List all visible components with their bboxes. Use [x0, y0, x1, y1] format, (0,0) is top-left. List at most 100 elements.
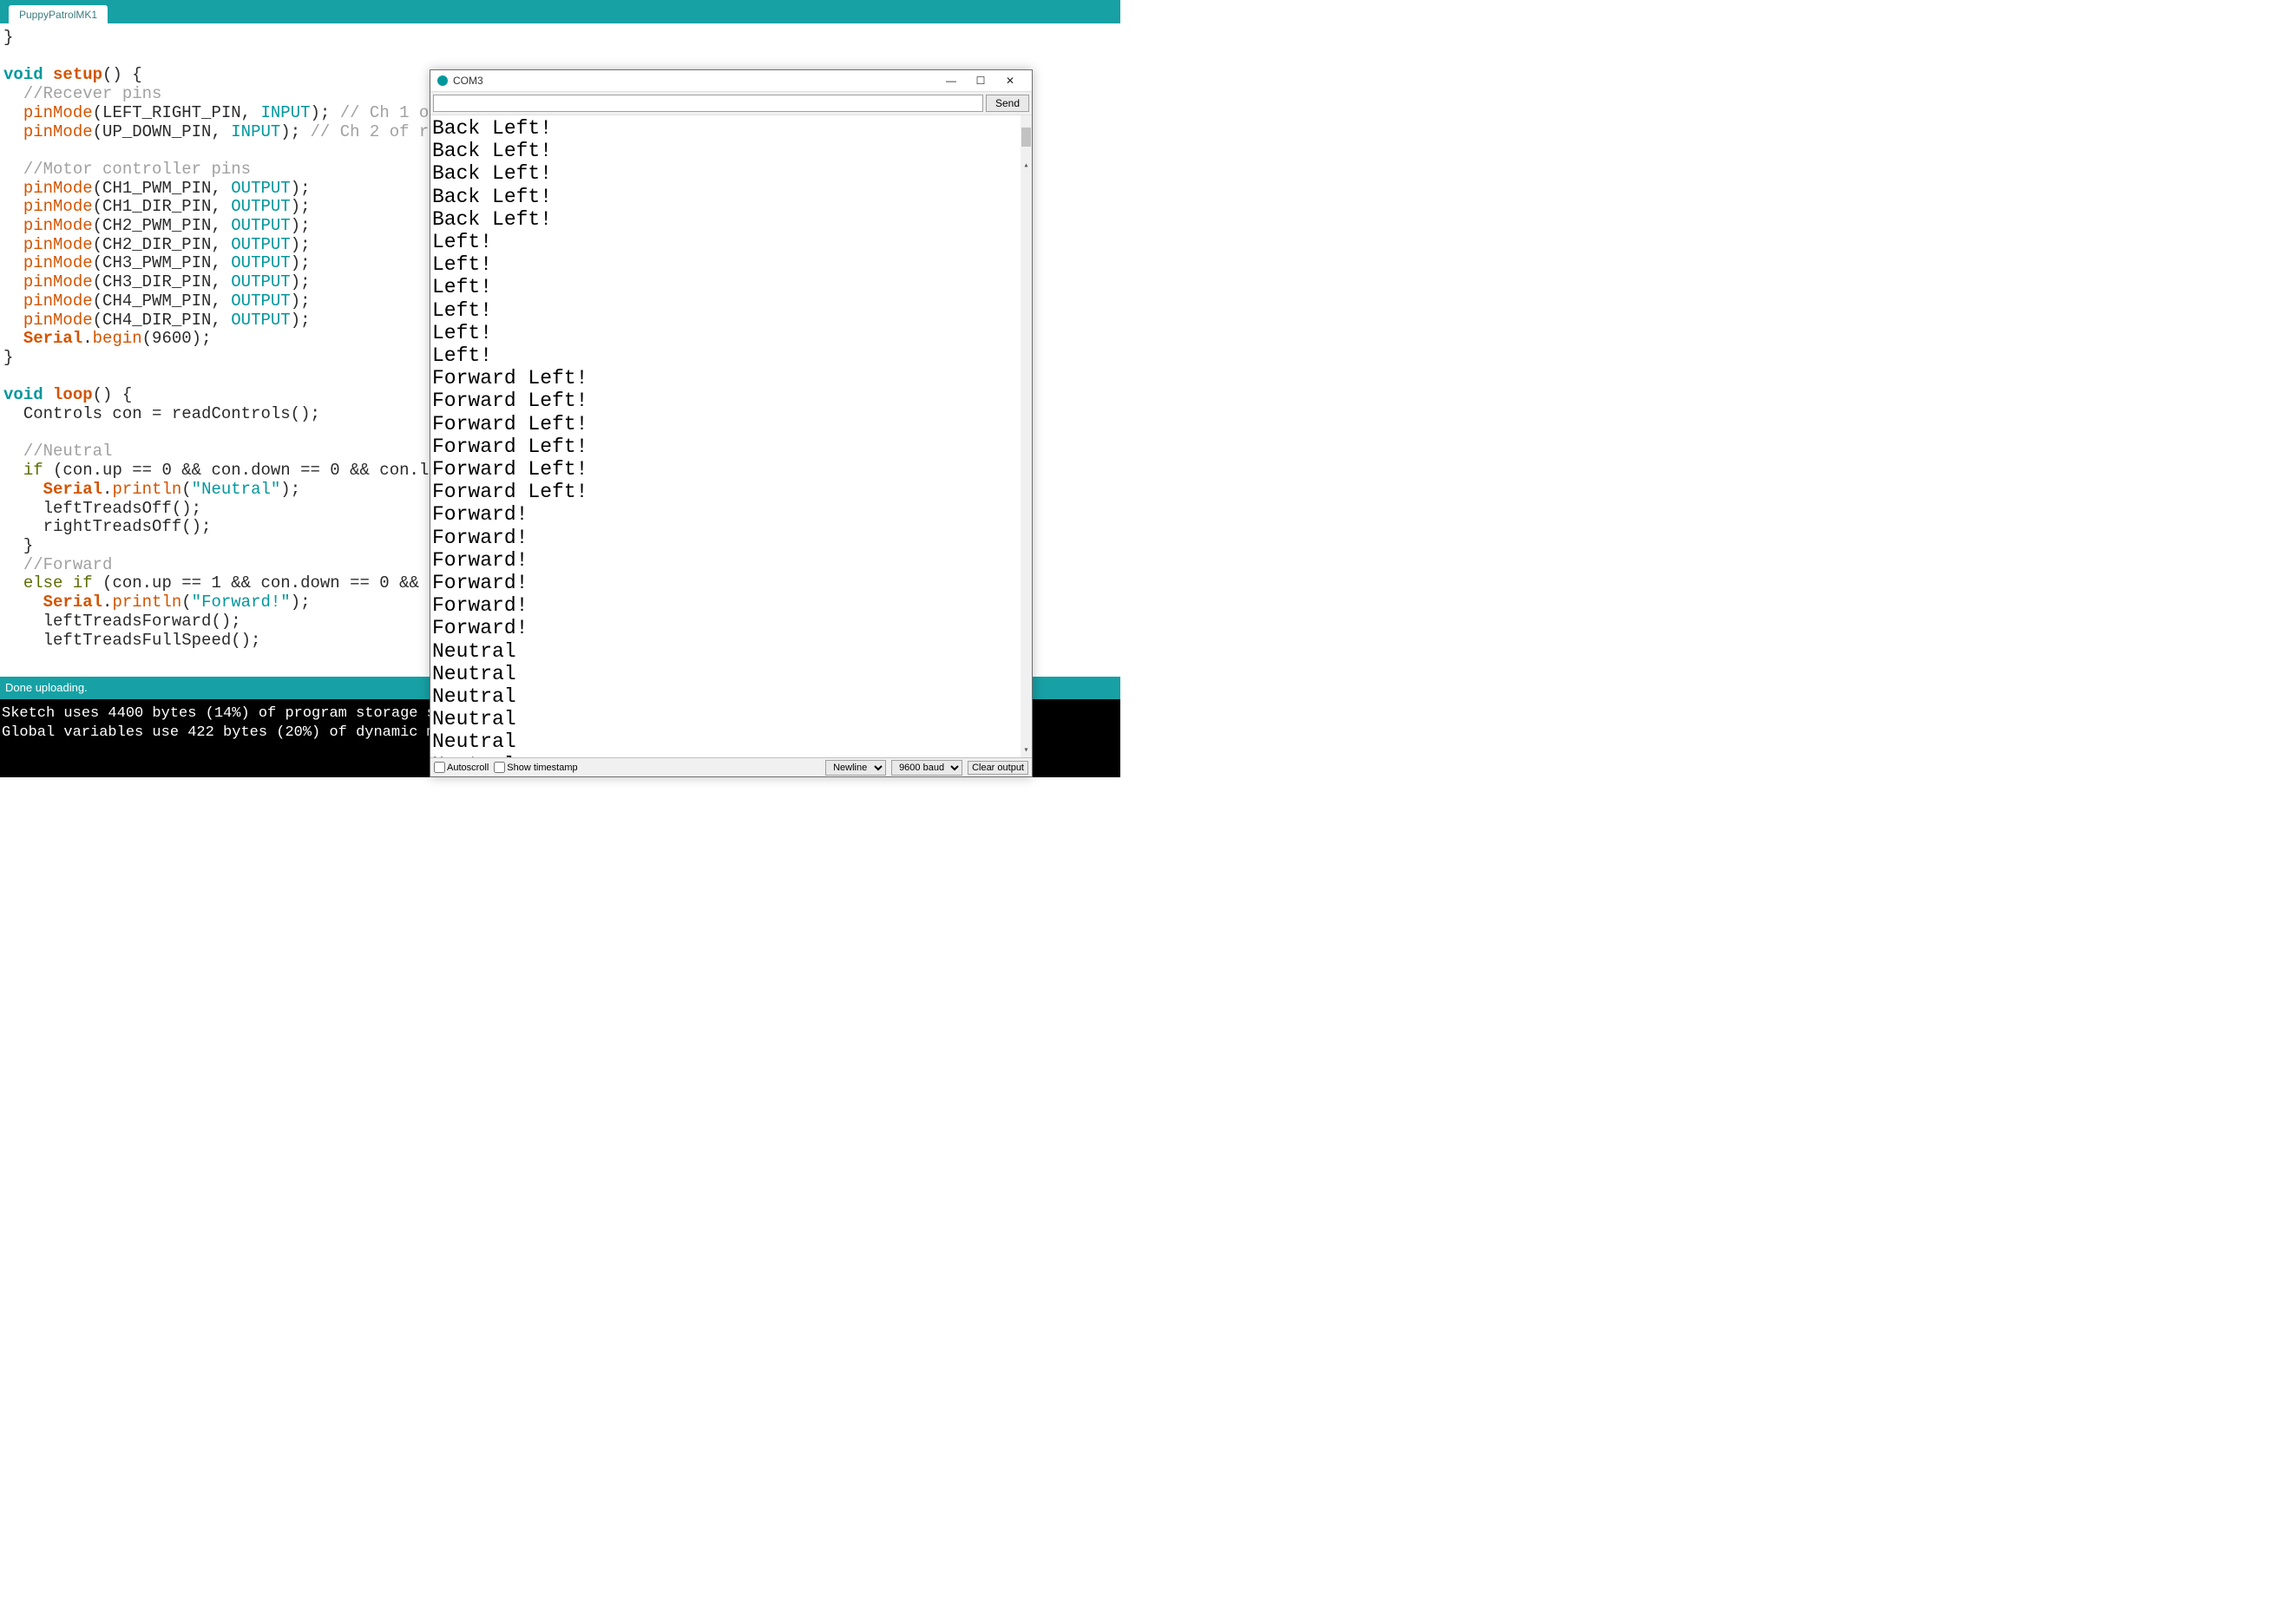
maximize-button[interactable]: ☐ [966, 71, 995, 90]
minimize-button[interactable]: — [936, 71, 966, 90]
autoscroll-toggle[interactable]: Autoscroll [434, 762, 489, 773]
fn: pinMode [23, 216, 93, 235]
code: ); [291, 291, 311, 311]
tab-strip: PuppyPatrolMK1 [0, 0, 1120, 23]
code: (LEFT_RIGHT_PIN, [93, 103, 261, 122]
serial-monitor-window: COM3 — ☐ ✕ Send Back Left! Back Left! Ba… [430, 69, 1033, 777]
serial-output[interactable]: Back Left! Back Left! Back Left! Back Le… [430, 115, 1032, 757]
const: OUTPUT [231, 311, 290, 330]
str: "Forward!" [192, 593, 291, 612]
code-line: leftTreadsOff(); [43, 499, 201, 518]
fn: pinMode [23, 235, 93, 254]
code-line: } [3, 28, 13, 47]
timestamp-label: Show timestamp [507, 763, 577, 773]
code-line: leftTreadsFullSpeed(); [43, 631, 261, 650]
comment: //Recever pins [23, 84, 162, 103]
fn: pinMode [23, 122, 93, 141]
arduino-icon [437, 75, 448, 86]
code: ( [181, 593, 191, 612]
code: ); [291, 593, 311, 612]
code-line: leftTreadsForward(); [43, 612, 241, 631]
fn: pinMode [23, 311, 93, 330]
clear-output-button[interactable]: Clear output [968, 761, 1028, 775]
scroll-down-icon[interactable]: ▾ [1021, 745, 1032, 757]
code: (UP_DOWN_PIN, [93, 122, 232, 141]
code-line: Controls con = readControls(); [23, 404, 320, 423]
serial: Serial [43, 593, 102, 612]
serial-input[interactable] [433, 95, 983, 112]
console-line: Global variables use 422 bytes (20%) of … [2, 724, 444, 741]
code: ); [291, 311, 311, 330]
serial-footer: Autoscroll Show timestamp Newline 9600 b… [430, 757, 1032, 776]
code: (CH1_DIR_PIN, [93, 197, 232, 216]
comment: //Motor controller pins [23, 160, 251, 179]
code: . [82, 329, 92, 348]
code-line: } [23, 536, 33, 555]
code-line: } [3, 348, 13, 367]
code-line: rightTreadsOff(); [43, 517, 212, 536]
code: ); [291, 216, 311, 235]
code: (CH4_DIR_PIN, [93, 311, 232, 330]
scroll-thumb[interactable] [1021, 128, 1031, 147]
sketch-tab[interactable]: PuppyPatrolMK1 [9, 5, 108, 23]
timestamp-checkbox[interactable] [494, 762, 505, 773]
kw-void: void [3, 385, 43, 404]
code: ); [291, 253, 311, 272]
comment: //Forward [23, 555, 113, 574]
baud-select[interactable]: 9600 baud [891, 760, 962, 776]
send-button[interactable]: Send [986, 95, 1029, 112]
code: (CH1_PWM_PIN, [93, 179, 232, 198]
serial-output-text: Back Left! Back Left! Back Left! Back Le… [432, 117, 587, 757]
fn-setup: setup [53, 65, 102, 84]
code: (CH3_PWM_PIN, [93, 253, 232, 272]
close-button[interactable]: ✕ [995, 71, 1025, 90]
fn-loop: loop [53, 385, 93, 404]
code: ); [291, 235, 311, 254]
const: OUTPUT [231, 216, 290, 235]
serial-title: COM3 [453, 75, 483, 87]
code: (CH4_PWM_PIN, [93, 291, 232, 311]
comment: //Neutral [23, 442, 113, 461]
const: OUTPUT [231, 197, 290, 216]
fn: pinMode [23, 272, 93, 291]
code: ); [280, 480, 300, 499]
code: . [102, 480, 112, 499]
code: () { [102, 65, 142, 84]
status-text: Done uploading. [5, 681, 88, 694]
fn: pinMode [23, 103, 93, 122]
fn: begin [93, 329, 142, 348]
const: OUTPUT [231, 291, 290, 311]
serial: Serial [23, 329, 82, 348]
fn: println [112, 480, 181, 499]
scroll-up-icon[interactable]: ▴ [1021, 160, 1032, 173]
code: ); [291, 197, 311, 216]
autoscroll-label: Autoscroll [447, 763, 489, 773]
code: (CH2_DIR_PIN, [93, 235, 232, 254]
kw-if: if [23, 461, 43, 480]
code: ); [280, 122, 310, 141]
code: ); [311, 103, 340, 122]
serial-titlebar[interactable]: COM3 — ☐ ✕ [430, 70, 1032, 92]
fn: pinMode [23, 253, 93, 272]
scrollbar[interactable]: ▴ ▾ [1021, 115, 1032, 757]
console-line: Sketch uses 4400 bytes (14%) of program … [2, 705, 444, 722]
kw-void: void [3, 65, 43, 84]
fn: pinMode [23, 197, 93, 216]
const: OUTPUT [231, 235, 290, 254]
kw-elseif: else if [23, 573, 93, 593]
str: "Neutral" [192, 480, 281, 499]
code: . [102, 593, 112, 612]
code: (CH3_DIR_PIN, [93, 272, 232, 291]
line-ending-select[interactable]: Newline [825, 760, 886, 776]
code: ( [181, 480, 191, 499]
fn: println [112, 593, 181, 612]
autoscroll-checkbox[interactable] [434, 762, 445, 773]
timestamp-toggle[interactable]: Show timestamp [494, 762, 577, 773]
const: OUTPUT [231, 272, 290, 291]
const: OUTPUT [231, 253, 290, 272]
code: (CH2_PWM_PIN, [93, 216, 232, 235]
const: INPUT [260, 103, 310, 122]
serial-send-row: Send [430, 92, 1032, 115]
const: OUTPUT [231, 179, 290, 198]
code: () { [93, 385, 133, 404]
